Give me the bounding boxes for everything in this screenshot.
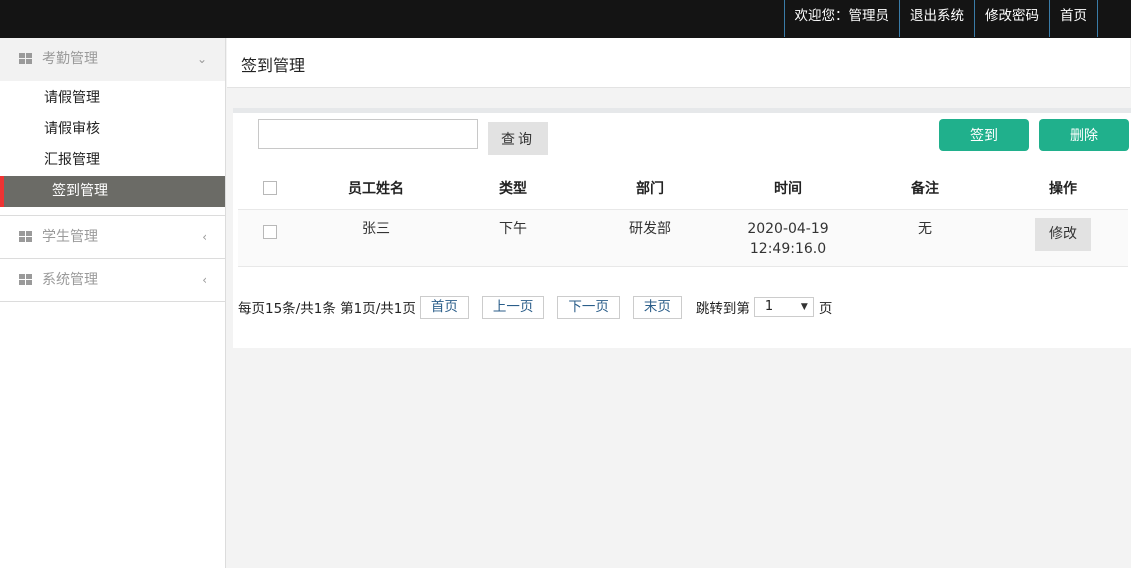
change-password-link[interactable]: 修改密码 xyxy=(974,0,1049,37)
pagination: 每页15条/共1条 第1页/共1页 首页 上一页 下一页 末页 跳转到第 1 ▼… xyxy=(238,295,832,319)
last-page-button[interactable]: 末页 xyxy=(632,295,682,319)
table-row: 张三 下午 研发部 2020-04-19 12:49:16.0 无 修改 xyxy=(238,208,1128,267)
grid-icon xyxy=(19,53,33,65)
sidebar: 考勤管理 ⌄ 请假管理 请假审核 汇报管理 签到管理 学生管理 ‹ 系统管理 ‹ xyxy=(0,38,226,568)
sidebar-item-leave-review[interactable]: 请假审核 xyxy=(0,114,225,145)
jump-label: 跳转到第 xyxy=(695,301,750,317)
delete-button[interactable]: 删除 xyxy=(1039,119,1129,151)
cell-time: 2020-04-19 12:49:16.0 xyxy=(724,208,852,267)
sidebar-group-system[interactable]: 系统管理 ‹ xyxy=(0,259,225,302)
page-title: 签到管理 xyxy=(241,56,306,75)
sidebar-item-leave-management[interactable]: 请假管理 xyxy=(0,83,225,114)
column-header: 时间 xyxy=(774,180,802,197)
column-header: 部门 xyxy=(636,180,664,197)
chevron-left-icon: ‹ xyxy=(202,230,207,244)
pagination-summary: 每页15条/共1条 第1页/共1页 xyxy=(238,301,416,317)
column-header: 备注 xyxy=(911,180,939,197)
dropdown-arrow-icon: ▼ xyxy=(800,302,808,312)
column-header: 类型 xyxy=(499,180,527,197)
column-header: 员工姓名 xyxy=(348,180,404,197)
sidebar-item-checkin-management[interactable]: 签到管理 xyxy=(0,176,225,207)
sidebar-group-student[interactable]: 学生管理 ‹ xyxy=(0,216,225,259)
sidebar-group-label: 学生管理 xyxy=(42,229,98,245)
first-page-button[interactable]: 首页 xyxy=(419,295,469,319)
next-page-button[interactable]: 下一页 xyxy=(557,295,620,319)
row-checkbox[interactable] xyxy=(263,224,277,239)
content-panel: 查询 签到 删除 员工姓名 类型 部门 时间 备注 操作 张三 下午 研发部 2… xyxy=(233,108,1131,348)
cell-type: 下午 xyxy=(450,208,576,267)
edit-button[interactable]: 修改 xyxy=(1035,217,1091,251)
page-select[interactable]: 1 ▼ xyxy=(753,297,814,317)
cell-time-clock: 12:49:16.0 xyxy=(749,240,827,257)
page-header: 签到管理 xyxy=(227,38,1130,88)
prev-page-button[interactable]: 上一页 xyxy=(481,295,545,319)
search-button[interactable]: 查询 xyxy=(488,122,548,155)
cell-remark: 无 xyxy=(852,208,998,267)
search-input[interactable] xyxy=(258,119,478,149)
column-header: 操作 xyxy=(1049,180,1077,197)
cell-department: 研发部 xyxy=(576,208,724,267)
cell-time-date: 2020-04-19 xyxy=(747,220,829,237)
grid-icon xyxy=(19,231,33,243)
logout-link[interactable]: 退出系统 xyxy=(899,0,974,37)
sidebar-group-attendance[interactable]: 考勤管理 ⌄ xyxy=(0,38,225,81)
chevron-left-icon: ‹ xyxy=(202,273,207,287)
chevron-down-icon: ⌄ xyxy=(196,52,207,66)
home-link[interactable]: 首页 xyxy=(1049,0,1098,37)
cell-name: 张三 xyxy=(302,208,450,267)
top-bar: 欢迎您：管理员 退出系统 修改密码 首页 xyxy=(0,0,1131,38)
select-all-checkbox[interactable] xyxy=(263,180,277,195)
table-header-row: 员工姓名 类型 部门 时间 备注 操作 xyxy=(238,167,1128,209)
page-select-value: 1 xyxy=(764,299,774,314)
sidebar-group-label: 考勤管理 xyxy=(42,51,98,67)
sidebar-item-report-management[interactable]: 汇报管理 xyxy=(0,145,225,176)
welcome-user-link[interactable]: 欢迎您：管理员 xyxy=(783,0,900,37)
page-unit: 页 xyxy=(818,301,833,317)
checkin-table: 员工姓名 类型 部门 时间 备注 操作 张三 下午 研发部 2020-04-19… xyxy=(238,167,1128,267)
sidebar-sub-list: 请假管理 请假审核 汇报管理 签到管理 xyxy=(0,81,225,216)
checkin-button[interactable]: 签到 xyxy=(939,119,1029,151)
top-nav: 欢迎您：管理员 退出系统 修改密码 首页 xyxy=(783,0,1098,37)
grid-icon xyxy=(19,274,33,286)
sidebar-group-label: 系统管理 xyxy=(42,272,98,288)
